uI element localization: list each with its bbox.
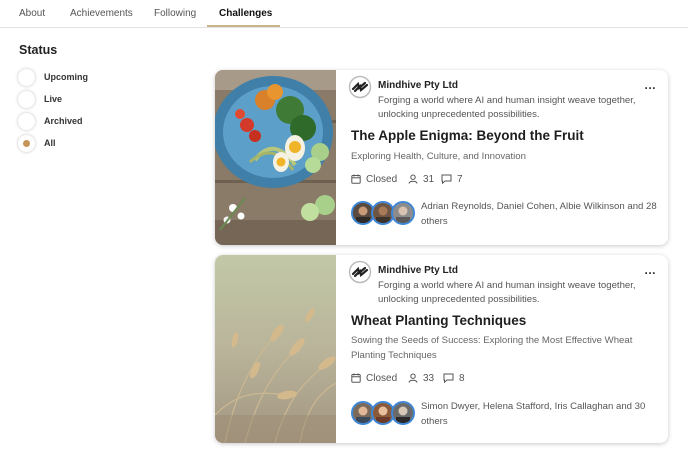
radio-button[interactable] (18, 113, 35, 130)
radio-button[interactable] (18, 69, 35, 86)
radio-label: All (44, 138, 56, 148)
org-tagline: Forging a world where AI and human insig… (378, 280, 636, 305)
avatar[interactable] (391, 401, 415, 425)
challenge-meta: Closed 33 8 (351, 372, 551, 386)
org-name[interactable]: Mindhive Pty Ltd (378, 265, 458, 276)
challenge-title[interactable]: Wheat Planting Techniques (351, 313, 526, 328)
participants-icon (408, 174, 418, 184)
status-heading: Status (19, 43, 58, 57)
comments-icon (441, 174, 452, 184)
radio-label: Archived (44, 116, 83, 126)
org-name[interactable]: Mindhive Pty Ltd (378, 80, 458, 91)
radio-button[interactable] (18, 91, 35, 108)
org-logo-icon (348, 75, 372, 99)
challenge-meta: Closed 31 7 (351, 173, 551, 187)
challenge-subtitle: Sowing the Seeds of Success: Exploring t… (351, 335, 633, 361)
tab-challenges[interactable]: Challenges (219, 8, 272, 19)
participant-avatars[interactable] (351, 401, 421, 427)
radio-button-selected[interactable] (18, 135, 35, 152)
wheat-field-image (215, 255, 336, 443)
comments-count: 8 (459, 373, 465, 384)
tab-following[interactable]: Following (154, 8, 196, 19)
participants-count: 33 (423, 373, 435, 384)
challenge-card[interactable]: Mindhive Pty Ltd ... Forging a world whe… (215, 255, 668, 443)
participant-avatars[interactable] (351, 201, 421, 227)
comments-count: 7 (457, 174, 463, 185)
radio-label: Upcoming (44, 72, 88, 82)
challenge-card[interactable]: Mindhive Pty Ltd ... Forging a world whe… (215, 70, 668, 245)
status-text: Closed (366, 174, 398, 185)
more-options-button[interactable]: ... (644, 79, 656, 91)
avatar[interactable] (391, 201, 415, 225)
calendar-icon (351, 373, 361, 383)
comments-icon (443, 373, 454, 383)
org-tagline: Forging a world where AI and human insig… (378, 95, 636, 120)
tab-about[interactable]: About (19, 8, 45, 19)
participant-names: Simon Dwyer, Helena Stafford, Iris Calla… (421, 401, 646, 427)
calendar-icon (351, 174, 361, 184)
org-logo-icon (348, 260, 372, 284)
challenge-title[interactable]: The Apple Enigma: Beyond the Fruit (351, 128, 584, 143)
radio-label: Live (44, 94, 63, 104)
salad-bowl-image (215, 70, 336, 245)
challenge-subtitle: Exploring Health, Culture, and Innovatio… (351, 151, 526, 162)
profile-tabs: About Achievements Following Challenges (0, 0, 688, 28)
status-text: Closed (366, 373, 398, 384)
more-options-button[interactable]: ... (644, 264, 656, 276)
participants-count: 31 (423, 174, 435, 185)
participant-names: Adrian Reynolds, Daniel Cohen, Albie Wil… (421, 201, 657, 227)
tab-achievements[interactable]: Achievements (70, 8, 133, 19)
participants-icon (408, 373, 418, 383)
active-tab-indicator (207, 25, 280, 27)
